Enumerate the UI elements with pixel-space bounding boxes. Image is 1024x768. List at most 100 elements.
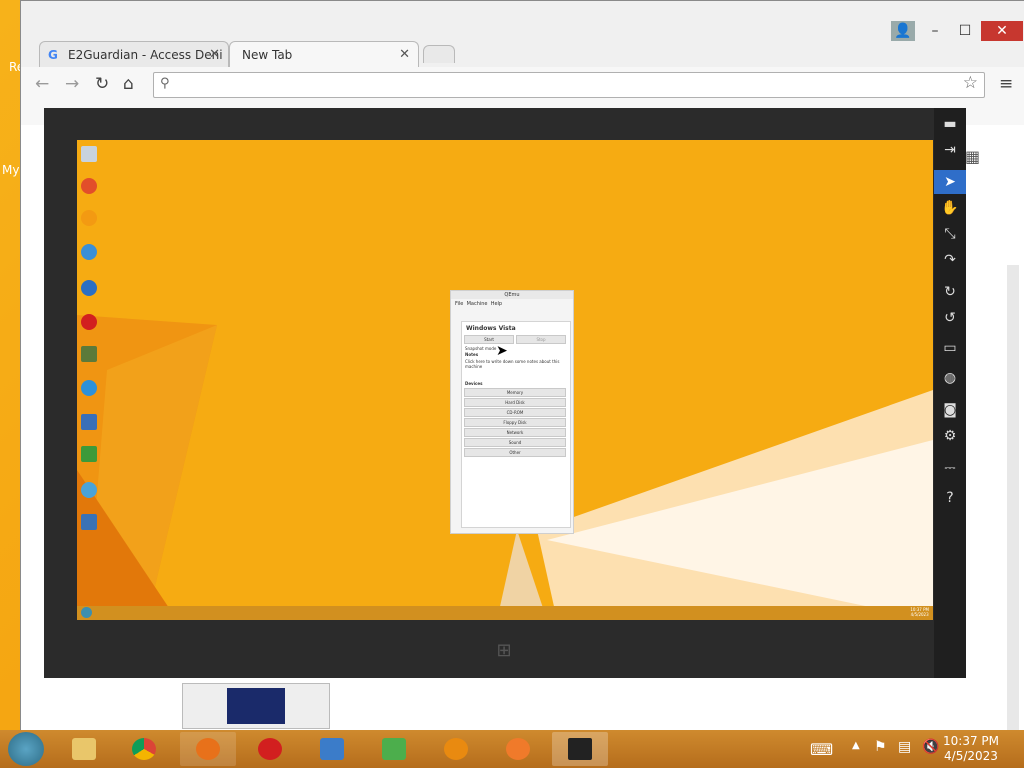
- back-icon[interactable]: ←: [35, 74, 49, 94]
- vm-ie-icon[interactable]: [81, 380, 97, 396]
- qemu-devices-label: Devices: [465, 381, 483, 386]
- thumbnail-image: [227, 688, 285, 724]
- close-window-icon[interactable]: ✕: [981, 21, 1023, 41]
- omnibox-input[interactable]: [178, 75, 942, 91]
- mouse-cursor-icon: ➤: [496, 343, 508, 359]
- qemu-device-cdrom[interactable]: CD-ROM: [464, 408, 566, 417]
- monitor-icon[interactable]: ▭: [934, 336, 966, 360]
- rotate-gesture-icon[interactable]: ↷: [934, 248, 966, 272]
- qemu-menu-file[interactable]: File: [455, 301, 463, 307]
- vm-opera-icon[interactable]: [81, 314, 97, 330]
- start-button[interactable]: [8, 732, 44, 766]
- vm-desktop[interactable]: QEmu File Machine Help Windows Vista Sta…: [77, 140, 933, 620]
- taskbar-explorer[interactable]: [56, 732, 112, 766]
- pinch-icon[interactable]: ⤡: [934, 222, 966, 246]
- menu-icon[interactable]: ≡: [999, 74, 1013, 94]
- qemu-machine-name: Windows Vista: [466, 325, 516, 332]
- folder-icon: [72, 738, 96, 760]
- vm-clock: 10:37 PM 4/5/2023: [910, 607, 929, 617]
- globe-icon[interactable]: ◍: [934, 366, 966, 390]
- qemu-menu-machine[interactable]: Machine: [467, 301, 488, 307]
- vm-firefox-icon[interactable]: [81, 280, 97, 296]
- forward-icon[interactable]: →: [65, 74, 79, 94]
- qemu-device-memory[interactable]: Memory: [464, 388, 566, 397]
- vm-sidebar: ▬ ⇥ ➤ ✋ ⤡ ↷ ↻ ↺ ▭ ◍ ◙ ⚙ ⎓ ?: [934, 108, 966, 678]
- qemu-notes-text[interactable]: Click here to write down some notes abou…: [465, 359, 565, 369]
- new-tab-button[interactable]: [423, 45, 455, 63]
- reload-icon[interactable]: ↻: [95, 74, 109, 94]
- qemu-title: QEmu: [504, 292, 520, 298]
- vm-network-icon[interactable]: [81, 414, 97, 430]
- taskbar-app[interactable]: [366, 732, 422, 766]
- vm-start-icon[interactable]: [81, 607, 92, 618]
- taskbar-firefox[interactable]: [180, 732, 236, 766]
- bookmark-star-icon[interactable]: ☆: [963, 73, 978, 93]
- pin-icon[interactable]: ⇥: [934, 138, 966, 162]
- taskbar-chrome[interactable]: [116, 732, 172, 766]
- tab-new-tab[interactable]: New Tab ✕: [229, 41, 419, 67]
- close-tab-icon[interactable]: ✕: [209, 42, 220, 68]
- firefox-icon: [196, 738, 220, 760]
- tab-label: E2Guardian - Access Deni: [68, 48, 223, 62]
- vm-windows-button[interactable]: ⊞: [493, 640, 515, 662]
- camera-icon[interactable]: ◙: [934, 398, 966, 422]
- qemu-menu-help[interactable]: Help: [491, 301, 502, 307]
- qemu-device-sound[interactable]: Sound: [464, 438, 566, 447]
- vm-chrome-icon[interactable]: [81, 244, 97, 260]
- vm-app2-icon[interactable]: [81, 446, 97, 462]
- taskbar-thumbnail[interactable]: [182, 683, 330, 729]
- qemu-snapshot-checkbox[interactable]: Snapshot mode: [465, 346, 496, 351]
- qemu-device-floppy[interactable]: Floppy Disk: [464, 418, 566, 427]
- vm-app-icon[interactable]: [81, 178, 97, 194]
- vm-computer-icon[interactable]: [81, 514, 97, 530]
- vm-globe-icon[interactable]: [81, 482, 97, 498]
- gear-icon[interactable]: ⚙: [934, 424, 966, 448]
- pointer-icon[interactable]: ➤: [934, 170, 966, 194]
- qemu-device-network[interactable]: Network: [464, 428, 566, 437]
- vm-minecraft-icon[interactable]: [81, 346, 97, 362]
- taskbar-audacity[interactable]: [428, 732, 484, 766]
- minimize-icon[interactable]: –: [919, 21, 951, 41]
- chart-app-icon: [382, 738, 406, 760]
- qemu-menubar: File Machine Help: [455, 301, 502, 307]
- taskbar-vm-viewer[interactable]: [552, 732, 608, 766]
- taskbar-network[interactable]: [304, 732, 360, 766]
- vm-viewer: QEmu File Machine Help Windows Vista Sta…: [44, 108, 966, 678]
- rotate-cw-icon[interactable]: ↻: [934, 280, 966, 304]
- screen-icon: [568, 738, 592, 760]
- keyboard-icon[interactable]: ⌨: [810, 740, 833, 759]
- network-icon[interactable]: ⎓: [934, 456, 966, 480]
- minimize-viewer-icon[interactable]: ▬: [934, 112, 966, 136]
- taskbar-app2[interactable]: [490, 732, 546, 766]
- help-icon[interactable]: ?: [934, 486, 966, 510]
- flag-icon[interactable]: ⚑: [874, 739, 887, 755]
- opera-icon: [258, 738, 282, 760]
- system-clock[interactable]: 10:37 PM 4/5/2023: [936, 734, 1006, 764]
- show-hidden-icons[interactable]: ▲: [852, 740, 860, 751]
- rotate-ccw-icon[interactable]: ↺: [934, 306, 966, 330]
- scrollbar[interactable]: [1007, 265, 1019, 745]
- home-icon[interactable]: ⌂: [123, 74, 134, 94]
- apps-grid-icon[interactable]: ▦: [965, 147, 980, 166]
- omnibox[interactable]: ⚲ ☆: [153, 72, 985, 98]
- rocket-icon: [506, 738, 530, 760]
- taskbar-opera[interactable]: [242, 732, 298, 766]
- clock-date: 4/5/2023: [944, 749, 998, 763]
- qemu-stop-button[interactable]: Stop: [516, 335, 566, 344]
- hand-icon[interactable]: ✋: [934, 196, 966, 220]
- profile-icon[interactable]: 👤: [891, 21, 915, 41]
- taskbar: ⌨ ▲ ⚑ ▤ 🔇 10:37 PM 4/5/2023: [0, 730, 1024, 768]
- qemu-dialog[interactable]: QEmu File Machine Help Windows Vista Sta…: [450, 290, 574, 534]
- desktop-label-my: My: [2, 163, 20, 177]
- network-tray-icon[interactable]: ▤: [898, 739, 911, 755]
- qemu-device-hdd[interactable]: Hard Disk: [464, 398, 566, 407]
- search-icon: ⚲: [160, 76, 170, 91]
- close-tab-icon[interactable]: ✕: [399, 42, 410, 68]
- browser-toolbar: ← → ↻ ⌂ ⚲ ☆ ≡: [21, 67, 1024, 102]
- maximize-icon[interactable]: ☐: [949, 21, 981, 41]
- google-icon: G: [48, 48, 58, 62]
- vm-audacity-icon[interactable]: [81, 210, 97, 226]
- vm-recycle-bin-icon[interactable]: [81, 146, 97, 162]
- qemu-device-other[interactable]: Other: [464, 448, 566, 457]
- tab-e2guardian[interactable]: G E2Guardian - Access Deni ✕: [39, 41, 229, 67]
